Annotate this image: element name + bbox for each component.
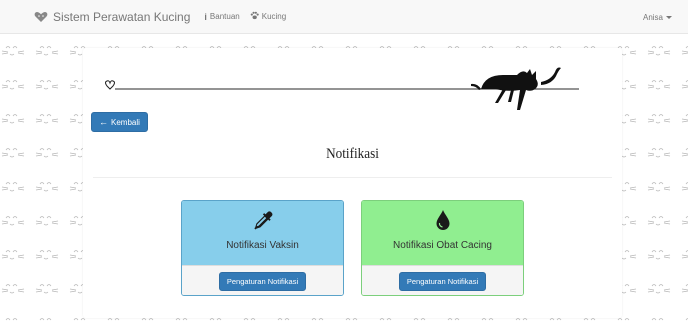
nav-link-label: Bantuan xyxy=(209,12,240,21)
navbar: Sistem Perawatan Kucing i Bantuan Kucing… xyxy=(0,0,688,34)
card-title: Notifikasi Obat Cacing xyxy=(393,240,492,251)
main-panel: ← Kembali Notifikasi Notifikasi Vaksin P… xyxy=(83,48,622,318)
eyedropper-icon xyxy=(252,208,274,232)
brand-text: Sistem Perawatan Kucing xyxy=(53,9,191,24)
back-button[interactable]: ← Kembali xyxy=(91,112,148,132)
pengaturan-notifikasi-vaksin-button[interactable]: Pengaturan Notifikasi xyxy=(218,272,307,291)
card-header: Notifikasi Obat Cacing xyxy=(362,201,523,265)
nav-link-kucing[interactable]: Kucing xyxy=(250,11,286,22)
nav-link-label: Kucing xyxy=(261,12,287,21)
page-title: Notifikasi xyxy=(326,146,379,162)
caret-down-icon xyxy=(666,15,672,19)
cat-heart-icon xyxy=(34,11,48,22)
divider xyxy=(93,177,612,178)
card-footer: Pengaturan Notifikasi xyxy=(182,265,343,295)
info-icon: i xyxy=(204,11,207,22)
card-title: Notifikasi Vaksin xyxy=(226,240,299,251)
nav-link-bantuan[interactable]: i Bantuan xyxy=(204,12,239,22)
arrow-left-icon: ← xyxy=(99,117,108,127)
card-footer: Pengaturan Notifikasi xyxy=(362,265,523,295)
paw-icon xyxy=(250,11,259,22)
user-name: Anisa xyxy=(642,12,663,22)
card-notifikasi-vaksin: Notifikasi Vaksin Pengaturan Notifikasi xyxy=(181,200,344,296)
user-menu-toggle[interactable]: Anisa xyxy=(643,0,672,34)
back-button-label: Kembali xyxy=(111,117,140,127)
brand-link[interactable]: Sistem Perawatan Kucing xyxy=(34,10,190,24)
card-notifikasi-obat-cacing: Notifikasi Obat Cacing Pengaturan Notifi… xyxy=(361,200,524,296)
card-header: Notifikasi Vaksin xyxy=(182,201,343,265)
cat-banner-image xyxy=(105,67,579,110)
pengaturan-notifikasi-obat-cacing-button[interactable]: Pengaturan Notifikasi xyxy=(398,272,487,291)
drop-icon xyxy=(435,208,451,232)
